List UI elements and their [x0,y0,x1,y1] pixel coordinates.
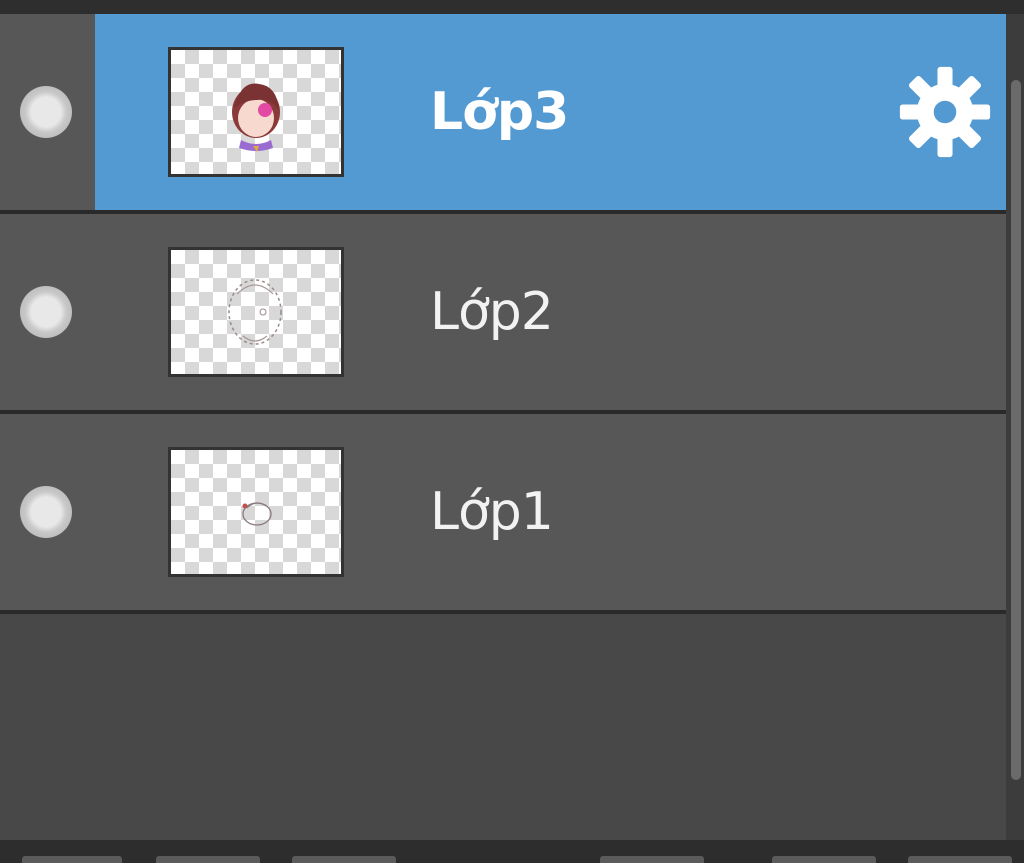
layer-name: Lớp2 [430,282,554,342]
panel-bottom-toolbar [0,840,1024,863]
layer-name: Lớp3 [430,82,569,142]
sketch-outline-thumbnail [228,279,282,345]
scrollbar-thumb[interactable] [1011,80,1021,780]
layer-row-lop1[interactable]: Lớp1 [0,414,1006,614]
layer-list: Lớp3 Lớp2 Lớp1 [0,14,1006,614]
layer-list-empty-area [0,614,1006,840]
small-sketch-thumbnail [242,502,272,526]
toolbar-button[interactable] [772,856,876,863]
toolbar-button[interactable] [22,856,122,863]
visibility-dot-icon[interactable] [20,486,72,538]
visibility-dot-icon[interactable] [20,286,72,338]
visibility-cell [0,414,95,610]
visibility-cell [0,14,95,210]
toolbar-button[interactable] [292,856,396,863]
layer-row-lop3[interactable]: Lớp3 [0,14,1006,214]
toolbar-button[interactable] [908,856,1012,863]
visibility-cell [0,214,95,410]
layer-thumbnail [168,47,344,177]
layers-panel: Lớp3 Lớp2 Lớp1 [0,0,1024,863]
layer-thumbnail [168,447,344,577]
gear-icon[interactable] [898,65,992,159]
layer-thumbnail [168,247,344,377]
scrollbar[interactable] [1006,14,1024,840]
toolbar-button[interactable] [600,856,704,863]
toolbar-button[interactable] [156,856,260,863]
visibility-dot-icon[interactable] [20,86,72,138]
panel-top-edge [0,0,1024,14]
character-face-thumbnail [232,83,280,152]
layer-name: Lớp1 [430,482,554,542]
layer-row-lop2[interactable]: Lớp2 [0,214,1006,414]
